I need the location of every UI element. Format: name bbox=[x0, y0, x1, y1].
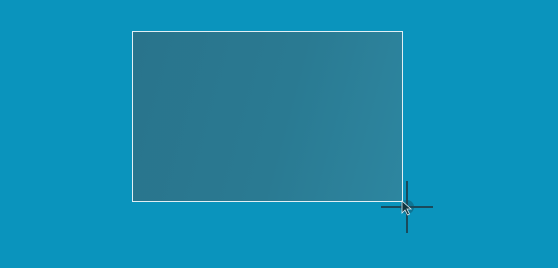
desktop-background[interactable] bbox=[0, 0, 558, 268]
screenshot-selection-rectangle[interactable] bbox=[132, 31, 403, 202]
crosshair-cursor-icon bbox=[381, 181, 433, 233]
